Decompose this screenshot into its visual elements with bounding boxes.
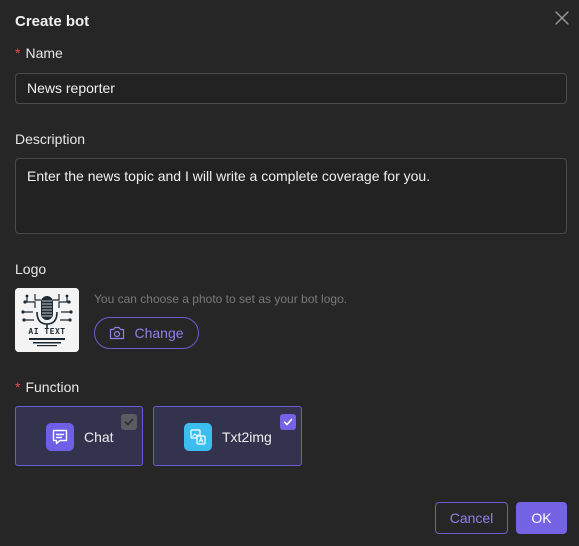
function-option-chat[interactable]: Chat — [15, 406, 143, 466]
logo-image-text: AI TEXT — [28, 327, 66, 336]
bot-logo-image: AI TEXT — [15, 288, 79, 352]
function-label-chat: Chat — [84, 429, 114, 445]
cancel-button[interactable]: Cancel — [435, 502, 508, 534]
name-input[interactable]: News reporter — [15, 73, 567, 104]
description-label: Description — [15, 131, 86, 147]
required-mark: * — [15, 379, 21, 395]
function-label-txt2img: Txt2img — [222, 429, 272, 445]
change-logo-label: Change — [134, 325, 184, 341]
dialog-title: Create bot — [15, 13, 90, 30]
ok-button[interactable]: OK — [516, 502, 567, 534]
required-mark: * — [15, 45, 21, 61]
close-icon[interactable] — [553, 9, 571, 27]
name-label-text: Name — [25, 45, 63, 61]
function-option-txt2img[interactable]: Txt2img — [153, 406, 302, 466]
description-input[interactable]: Enter the news topic and I will write a … — [15, 158, 567, 234]
logo-label: Logo — [15, 261, 47, 277]
chat-checkbox[interactable] — [121, 414, 137, 430]
txt2img-checkbox[interactable] — [280, 414, 296, 430]
function-label-text: Function — [25, 379, 80, 395]
change-logo-button[interactable]: Change — [94, 317, 199, 349]
logo-hint: You can choose a photo to set as your bo… — [94, 292, 348, 306]
chat-icon — [46, 423, 74, 451]
image-translate-icon — [184, 423, 212, 451]
create-bot-dialog: Create bot * Name News reporter Descripti… — [0, 0, 579, 546]
camera-icon — [109, 326, 125, 340]
function-label: * Function — [15, 379, 79, 395]
name-label: * Name — [15, 45, 63, 61]
